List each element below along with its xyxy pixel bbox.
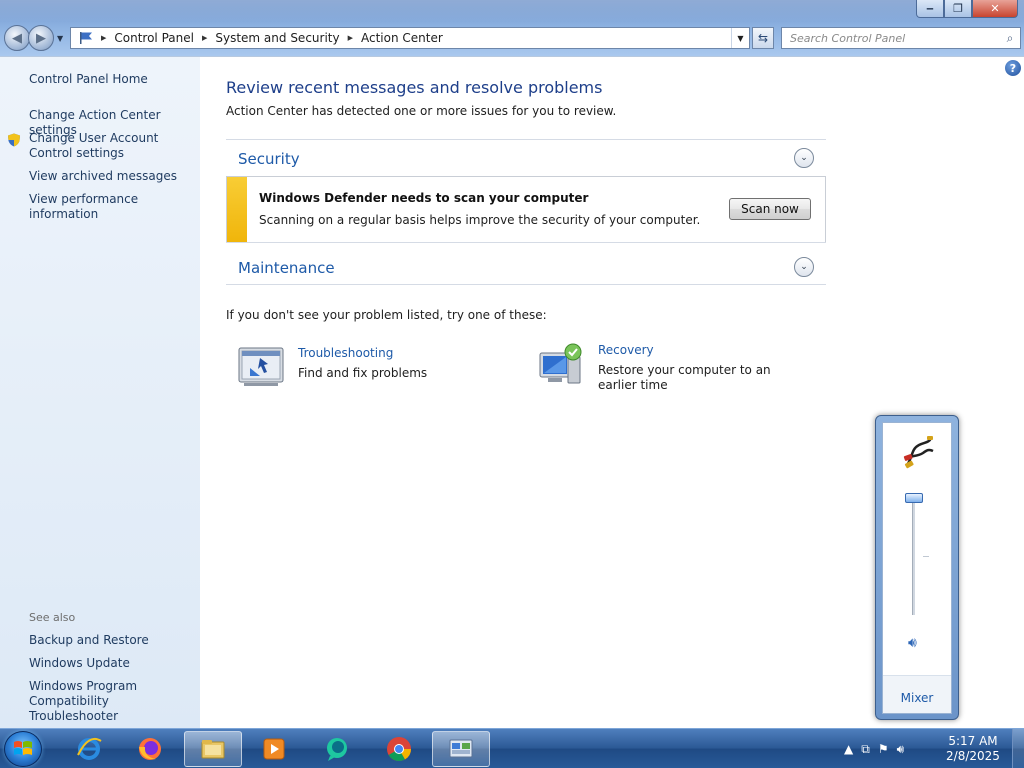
breadcrumb-separator[interactable]: ▶ <box>348 34 353 42</box>
titlebar-shine <box>0 0 1024 22</box>
speaker-icon: 🔊︎ <box>908 635 917 651</box>
volume-slider-tick <box>923 556 929 557</box>
breadcrumb-system-and-security[interactable]: System and Security <box>215 31 339 45</box>
sidebar-item-view-archived-messages[interactable]: View archived messages <box>29 169 197 184</box>
section-divider <box>226 242 826 243</box>
taskbar-windows-explorer[interactable] <box>184 731 242 767</box>
refresh-icon: ⇆ <box>757 31 769 45</box>
action-center-flag-icon[interactable]: ⚑ <box>878 742 889 756</box>
media-player-icon <box>263 738 285 760</box>
refresh-button[interactable]: ⇆ <box>752 27 774 49</box>
troubleshooting-tool[interactable]: Troubleshooting Find and fix problems <box>238 346 518 396</box>
alert-description: Scanning on a regular basis helps improv… <box>259 213 701 227</box>
window-titlebar: ‒ ❐ ✕ ◀ ▶ ▼ ▶ Control Panel ▶ System and… <box>0 0 1024 56</box>
recovery-tool[interactable]: Recovery Restore your computer to an ear… <box>538 343 798 403</box>
taskbar-internet-explorer[interactable] <box>60 731 118 767</box>
recovery-link[interactable]: Recovery <box>598 343 654 357</box>
help-button[interactable]: ? <box>1005 60 1021 76</box>
sidebar-item-change-uac-settings[interactable]: Change User Account Control settings <box>29 131 197 161</box>
search-box[interactable]: ⌕ <box>781 27 1021 49</box>
control-panel-icon <box>449 739 473 758</box>
taskbar-control-panel[interactable] <box>432 731 490 767</box>
address-bar[interactable]: ▶ Control Panel ▶ System and Security ▶ … <box>70 27 750 49</box>
see-also-program-compatibility-troubleshooter[interactable]: Windows Program Compatibility Troublesho… <box>29 679 197 724</box>
mixer-link[interactable]: Mixer <box>883 691 951 705</box>
uac-shield-icon <box>8 133 20 147</box>
page-title: Review recent messages and resolve probl… <box>226 78 603 97</box>
see-also-heading: See also <box>29 611 76 624</box>
sidebar-item-view-performance-information[interactable]: View performance information <box>29 192 197 222</box>
volume-slider-thumb[interactable] <box>905 493 923 503</box>
show-hidden-icons-icon[interactable]: ▲ <box>844 742 853 756</box>
scan-now-button[interactable]: Scan now <box>729 198 811 220</box>
problem-prompt: If you don't see your problem listed, tr… <box>226 308 547 322</box>
volume-icon[interactable]: 🔊︎ <box>897 742 905 757</box>
chrome-icon <box>387 737 411 762</box>
security-expand-button[interactable]: ⌄ <box>794 148 814 168</box>
sidebar-item-control-panel-home[interactable]: Control Panel Home <box>29 72 197 87</box>
alert-severity-stripe <box>227 177 247 242</box>
network-icon[interactable]: ⧉ <box>861 742 870 757</box>
section-divider <box>226 284 826 285</box>
breadcrumb-control-panel[interactable]: Control Panel <box>114 31 194 45</box>
mute-button[interactable]: 🔊︎ <box>908 635 917 651</box>
minimize-button[interactable]: ‒ <box>916 0 944 18</box>
chevron-down-icon: ⌄ <box>800 262 808 272</box>
internet-explorer-icon <box>77 737 102 760</box>
recovery-description: Restore your computer to an earlier time <box>598 363 771 392</box>
defender-alert: Windows Defender needs to scan your comp… <box>226 176 826 243</box>
task-pane: Control Panel Home Change Action Center … <box>0 56 200 728</box>
show-desktop-button[interactable] <box>1012 729 1024 768</box>
navigation-buttons: ◀ ▶ ▼ <box>4 25 63 51</box>
security-section-header[interactable]: Security <box>238 150 300 168</box>
action-center-flag-icon <box>77 31 95 45</box>
notification-area: ▲ ⧉ ⚑ 🔊︎ <box>840 733 908 765</box>
window-controls: ‒ ❐ ✕ <box>916 0 1018 18</box>
close-button[interactable]: ✕ <box>972 0 1018 18</box>
taskbar-chrome[interactable] <box>370 731 428 767</box>
firefox-icon <box>139 738 161 760</box>
taskbar-firefox[interactable] <box>121 731 179 767</box>
windows-logo-icon <box>14 741 32 755</box>
troubleshooting-link[interactable]: Troubleshooting <box>298 346 393 360</box>
volume-slider-track[interactable] <box>912 499 915 615</box>
search-input[interactable] <box>782 31 1000 45</box>
see-also-windows-update[interactable]: Windows Update <box>29 656 197 671</box>
breadcrumb-separator[interactable]: ▶ <box>202 34 207 42</box>
chevron-down-icon: ⌄ <box>800 153 808 163</box>
taskbar-chat-app[interactable] <box>308 731 366 767</box>
troubleshooting-description: Find and fix problems <box>298 366 428 380</box>
address-dropdown-button[interactable]: ▼ <box>731 28 749 48</box>
maximize-button[interactable]: ❐ <box>944 0 972 18</box>
forward-button[interactable]: ▶ <box>28 25 54 51</box>
clock[interactable]: 5:17 AM 2/8/2025 <box>938 734 1008 764</box>
recovery-icon <box>539 343 582 384</box>
audio-device-icon[interactable] <box>903 435 935 469</box>
maintenance-expand-button[interactable]: ⌄ <box>794 257 814 277</box>
troubleshooting-icon <box>238 347 284 386</box>
forward-arrow-icon: ▶ <box>36 30 46 46</box>
folder-icon <box>201 740 225 759</box>
search-icon[interactable]: ⌕ <box>1000 31 1020 46</box>
alert-title: Windows Defender needs to scan your comp… <box>259 191 589 205</box>
taskbar: ▲ ⧉ ⚑ 🔊︎ 5:17 AM 2/8/2025 <box>0 728 1024 768</box>
section-divider <box>226 139 826 140</box>
start-button[interactable] <box>4 731 42 767</box>
back-arrow-icon: ◀ <box>12 30 22 46</box>
volume-flyout: 🔊︎ Mixer <box>875 415 959 720</box>
breadcrumb-action-center[interactable]: Action Center <box>361 31 443 45</box>
breadcrumb-separator[interactable]: ▶ <box>101 34 106 42</box>
clock-time: 5:17 AM <box>948 734 998 748</box>
recent-pages-dropdown[interactable]: ▼ <box>57 34 63 43</box>
see-also-backup-and-restore[interactable]: Backup and Restore <box>29 633 197 648</box>
clock-date: 2/8/2025 <box>946 749 1000 763</box>
chat-bubble-icon <box>327 738 347 761</box>
volume-panel: 🔊︎ Mixer <box>882 422 952 714</box>
page-subtitle: Action Center has detected one or more i… <box>226 104 617 118</box>
back-button[interactable]: ◀ <box>4 25 30 51</box>
taskbar-media-player[interactable] <box>245 731 303 767</box>
maintenance-section-header[interactable]: Maintenance <box>238 259 335 277</box>
